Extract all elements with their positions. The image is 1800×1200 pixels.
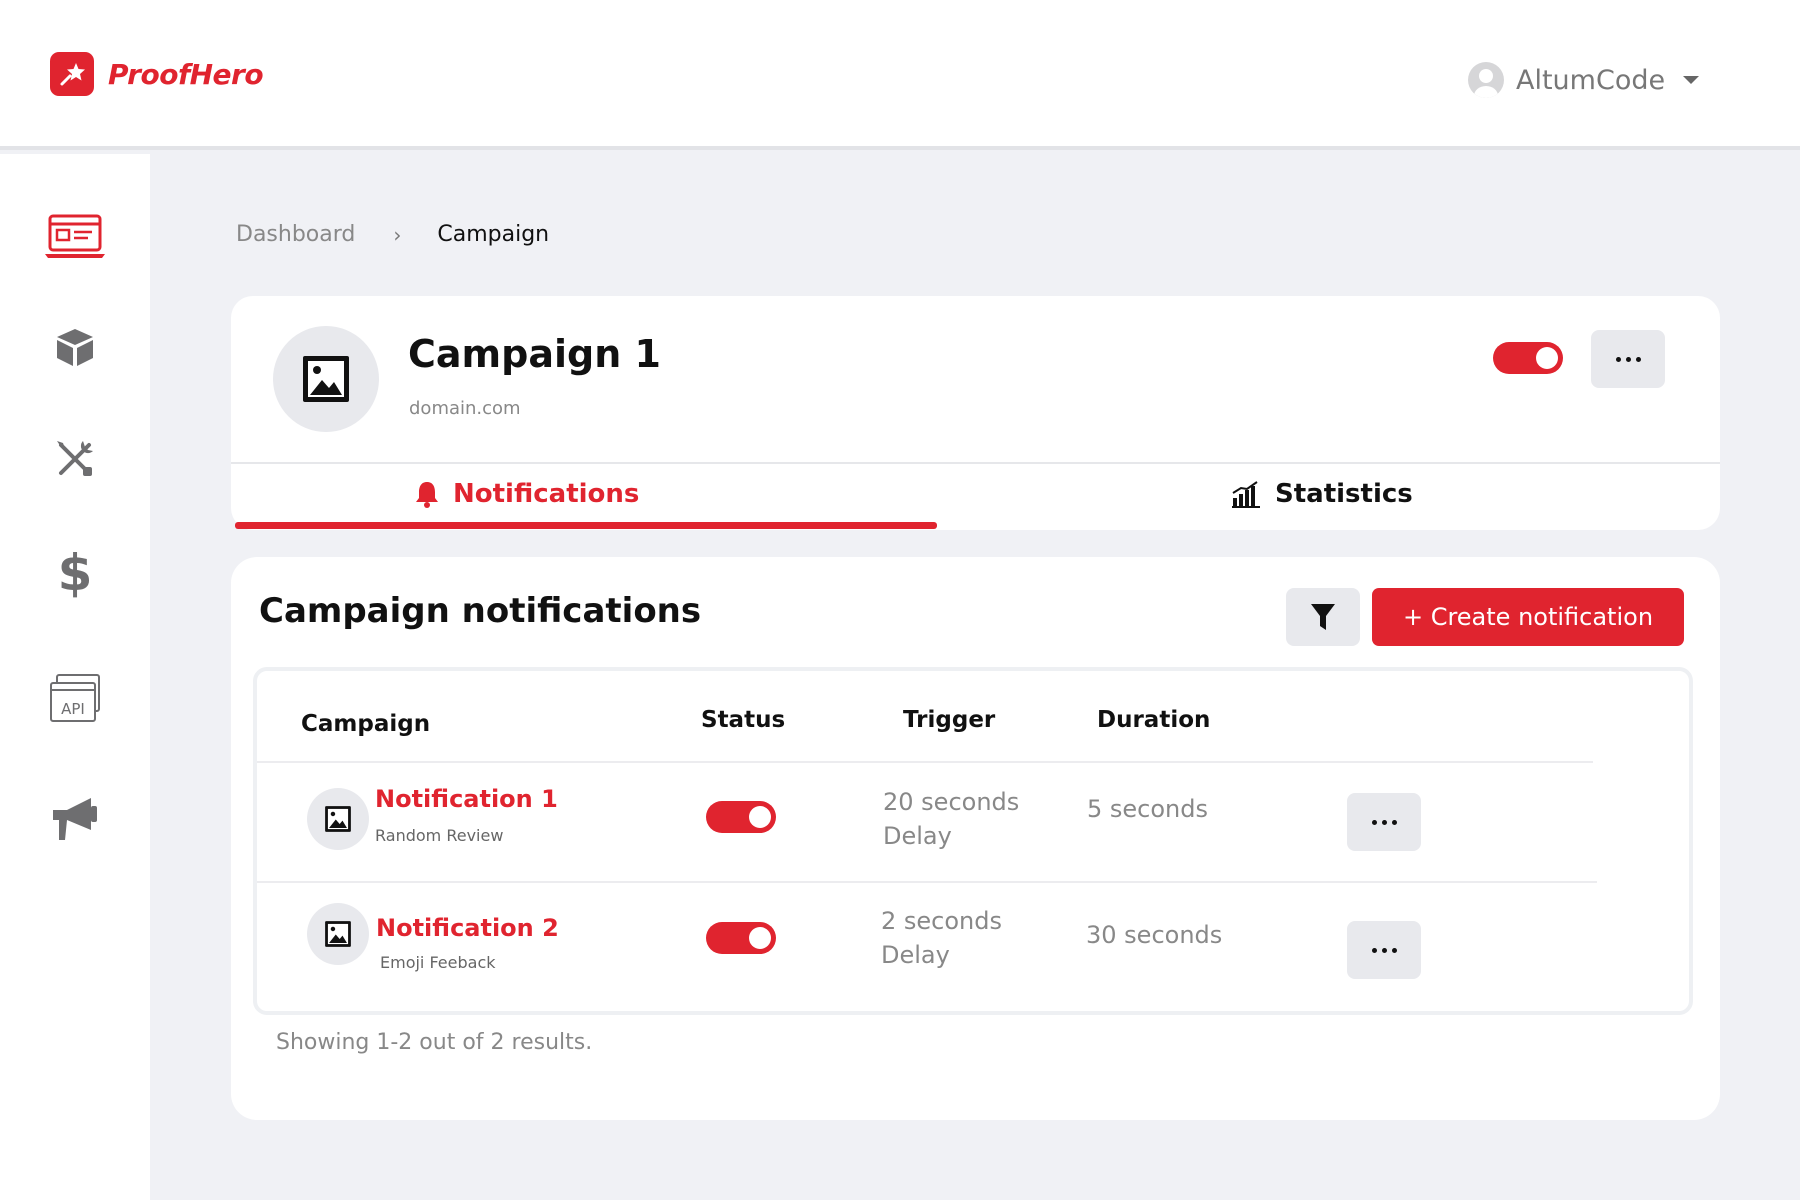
trigger-type: Delay <box>883 822 952 850</box>
notification-trigger: 2 seconds Delay <box>881 904 1002 972</box>
sidebar-item-packages[interactable] <box>30 312 120 382</box>
campaign-header-card: Campaign 1 domain.com Notifications Stat… <box>231 296 1720 530</box>
column-header-trigger[interactable]: Trigger <box>903 707 995 733</box>
divider <box>257 881 1597 883</box>
tab-statistics-label: Statistics <box>1275 479 1413 509</box>
more-icon <box>1371 947 1377 953</box>
notification-name-link[interactable]: Notification 1 <box>375 785 558 813</box>
notifications-table: Campaign Status Trigger Duration Notific… <box>253 667 1693 1015</box>
notifications-card: Campaign notifications + Create notifica… <box>231 557 1720 1120</box>
brand-name: ProofHero <box>108 57 264 91</box>
top-bar: ProofHero AltumCode <box>0 0 1800 150</box>
breadcrumb: Dashboard › Campaign <box>236 222 549 247</box>
api-icon: API <box>50 674 100 722</box>
notification-duration: 5 seconds <box>1087 795 1208 823</box>
create-notification-button[interactable]: + Create notification <box>1372 588 1684 646</box>
notification-duration: 30 seconds <box>1086 921 1223 949</box>
campaign-avatar <box>273 326 379 432</box>
chevron-down-icon <box>1683 76 1700 84</box>
notification-avatar <box>307 788 369 850</box>
active-tab-indicator <box>235 522 937 529</box>
more-icon <box>1371 819 1377 825</box>
campaign-domain: domain.com <box>409 398 521 419</box>
bar-chart-icon <box>1232 481 1260 508</box>
notification-type: Random Review <box>375 826 504 845</box>
campaign-more-button[interactable] <box>1591 330 1665 388</box>
sidebar-item-billing[interactable]: $ <box>30 538 120 608</box>
filter-button[interactable] <box>1286 588 1360 646</box>
trigger-value: 2 seconds <box>881 907 1002 935</box>
notification-status-toggle[interactable] <box>706 922 776 954</box>
website-icon <box>45 214 105 258</box>
campaign-status-toggle[interactable] <box>1493 342 1563 374</box>
sidebar-item-campaigns[interactable] <box>30 784 120 854</box>
column-header-status[interactable]: Status <box>701 707 785 733</box>
svg-text:API: API <box>61 700 85 718</box>
trigger-type: Delay <box>881 941 950 969</box>
tools-icon <box>57 441 93 476</box>
user-name: AltumCode <box>1516 64 1666 96</box>
sidebar-item-tools[interactable] <box>30 424 120 494</box>
filter-icon <box>1311 604 1335 630</box>
image-icon <box>325 806 351 832</box>
section-title: Campaign notifications <box>259 591 702 631</box>
more-icon <box>1615 356 1621 362</box>
avatar <box>1468 62 1504 98</box>
logo-icon <box>50 52 94 96</box>
notification-trigger: 20 seconds Delay <box>883 785 1019 853</box>
breadcrumb-separator: › <box>393 222 402 247</box>
tab-notifications[interactable]: Notifications <box>415 472 639 516</box>
user-menu[interactable]: AltumCode <box>1468 62 1700 98</box>
tab-statistics[interactable]: Statistics <box>1231 472 1413 516</box>
page-title: Campaign 1 <box>408 332 661 376</box>
megaphone-icon <box>53 798 97 840</box>
image-icon <box>325 921 351 947</box>
notification-more-button[interactable] <box>1347 921 1421 979</box>
notification-name-link[interactable]: Notification 2 <box>376 914 559 942</box>
column-header-duration[interactable]: Duration <box>1097 707 1210 733</box>
column-header-campaign[interactable]: Campaign <box>301 711 430 737</box>
breadcrumb-dashboard[interactable]: Dashboard <box>236 222 355 247</box>
bell-icon <box>416 482 438 508</box>
dollar-icon: $ <box>57 544 93 602</box>
brand-logo[interactable]: ProofHero <box>50 52 264 96</box>
divider <box>257 761 1593 763</box>
notification-avatar <box>307 903 369 965</box>
image-icon <box>303 356 349 402</box>
breadcrumb-current: Campaign <box>437 222 550 247</box>
results-count: Showing 1-2 out of 2 results. <box>276 1030 593 1055</box>
box-icon <box>57 329 93 366</box>
sidebar: $ API <box>0 154 150 1200</box>
trigger-value: 20 seconds <box>883 788 1020 816</box>
sidebar-item-websites[interactable] <box>30 202 120 272</box>
notification-status-toggle[interactable] <box>706 801 776 833</box>
sidebar-item-api[interactable]: API <box>30 664 120 734</box>
notification-more-button[interactable] <box>1347 793 1421 851</box>
notification-type: Emoji Feeback <box>380 953 496 972</box>
tab-notifications-label: Notifications <box>453 479 640 509</box>
divider <box>231 462 1720 464</box>
